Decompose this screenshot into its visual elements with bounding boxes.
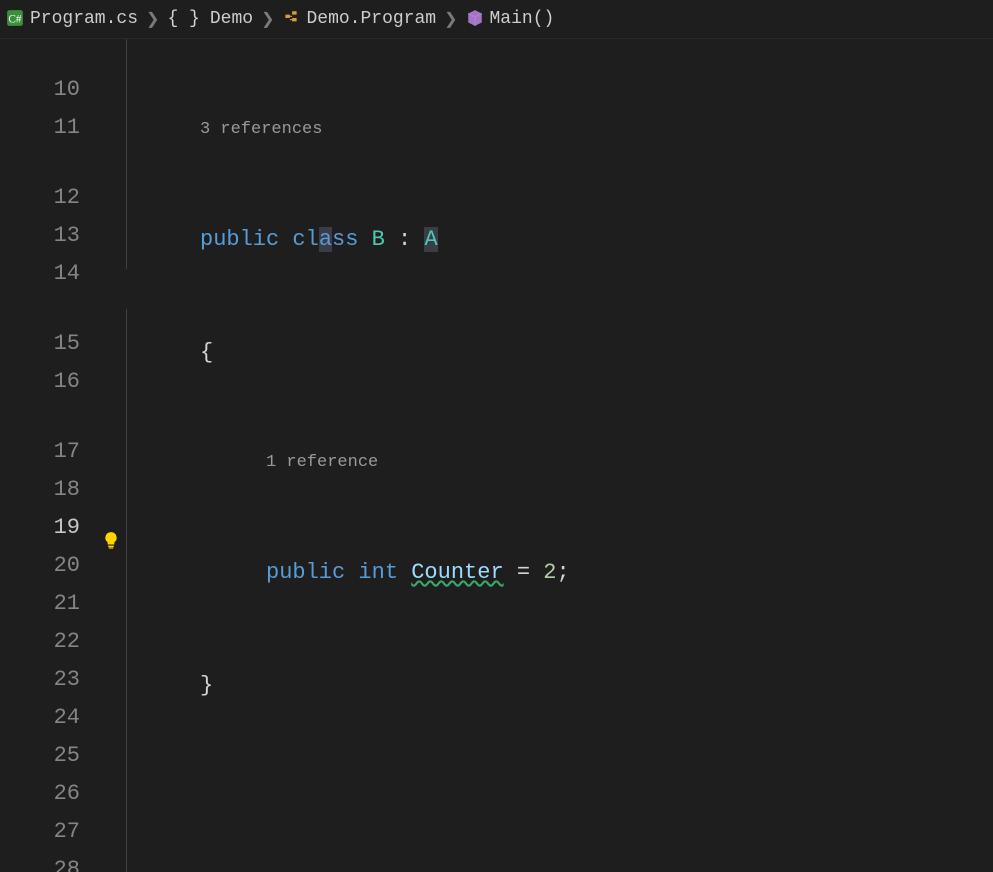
breadcrumb-method[interactable]: Main() (466, 9, 555, 29)
line-number: 19 (0, 509, 80, 547)
line-number: 25 (0, 737, 80, 775)
line-number: 16 (0, 363, 80, 401)
line-number: 28 (0, 851, 80, 872)
breadcrumb-namespace[interactable]: { } Demo (167, 9, 253, 29)
breadcrumb-class-label: Demo.Program (306, 9, 436, 29)
line-number: 10 (0, 71, 80, 109)
namespace-icon: { } (167, 9, 203, 29)
glyph-margin (96, 39, 126, 872)
code-area[interactable]: 3 references public class B : A { 1 refe… (138, 39, 993, 872)
breadcrumb-file[interactable]: C# Program.cs (6, 9, 138, 29)
lightbulb-icon[interactable] (102, 531, 120, 556)
line-number: 20 (0, 547, 80, 585)
csharp-file-icon: C# (6, 9, 24, 29)
breadcrumb-file-label: Program.cs (30, 9, 138, 29)
code-line[interactable]: { (138, 334, 993, 372)
code-line[interactable]: } (138, 667, 993, 705)
code-line[interactable]: public int Counter = 2; (138, 554, 993, 592)
line-number: 21 (0, 585, 80, 623)
line-number: 27 (0, 813, 80, 851)
chevron-right-icon: ❯ (440, 9, 461, 29)
code-line[interactable] (138, 780, 993, 818)
line-number: 11 (0, 109, 80, 147)
chevron-right-icon: ❯ (142, 9, 163, 29)
line-number: 17 (0, 433, 80, 471)
code-line[interactable]: public class B : A (138, 221, 993, 259)
line-number: 23 (0, 661, 80, 699)
breadcrumb: C# Program.cs ❯ { } Demo ❯ Demo.Program … (0, 0, 993, 39)
line-number: 15 (0, 325, 80, 363)
line-number: 12 (0, 179, 80, 217)
line-number-gutter: 10 11 12 13 14 15 16 17 18 19 20 21 22 2… (0, 39, 96, 872)
svg-text:C#: C# (8, 14, 22, 26)
codelens[interactable]: 1 reference (138, 447, 993, 479)
indent-guide (126, 39, 138, 872)
class-icon (282, 9, 300, 29)
code-editor[interactable]: 10 11 12 13 14 15 16 17 18 19 20 21 22 2… (0, 39, 993, 872)
line-number: 18 (0, 471, 80, 509)
method-icon (466, 9, 484, 29)
line-number: 24 (0, 699, 80, 737)
chevron-right-icon: ❯ (257, 9, 278, 29)
line-number: 14 (0, 255, 80, 293)
breadcrumb-namespace-label: Demo (210, 9, 253, 29)
codelens[interactable]: 3 references (138, 114, 993, 146)
line-number: 22 (0, 623, 80, 661)
breadcrumb-class[interactable]: Demo.Program (282, 9, 436, 29)
line-number: 13 (0, 217, 80, 255)
breadcrumb-method-label: Main() (490, 9, 555, 29)
line-number: 26 (0, 775, 80, 813)
